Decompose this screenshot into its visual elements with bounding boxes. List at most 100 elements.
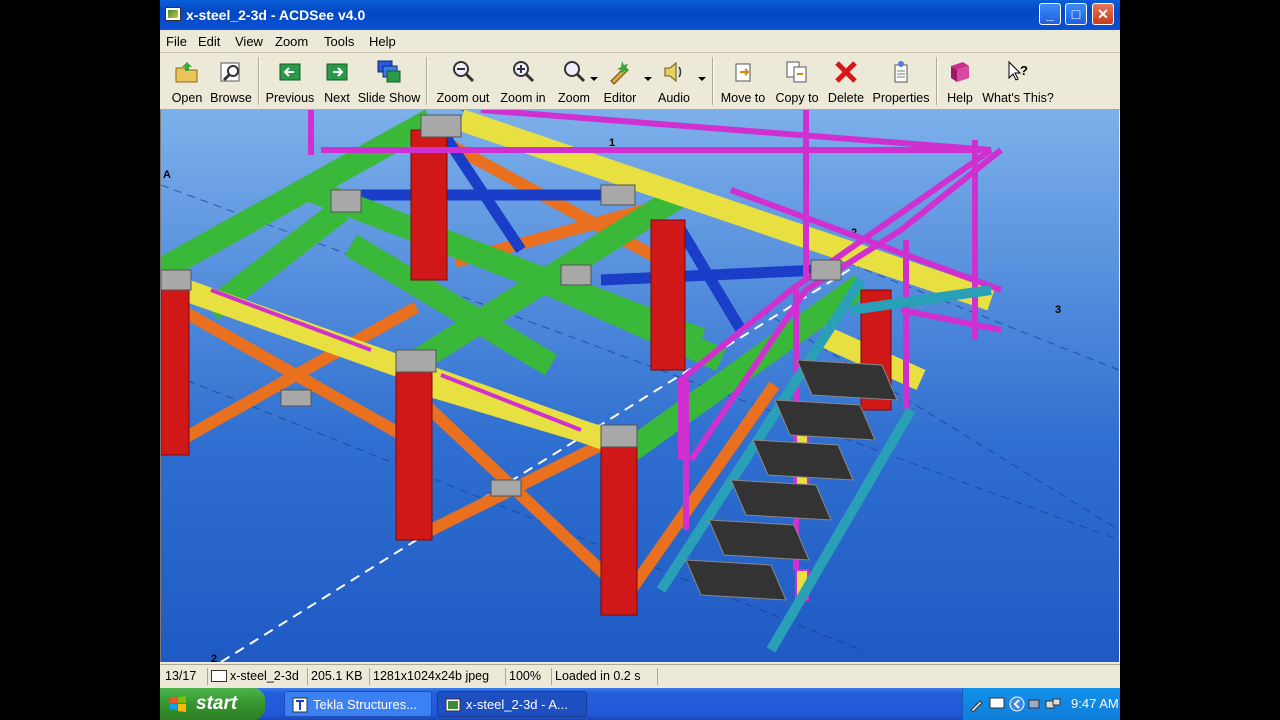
browse-label: Browse xyxy=(210,91,252,105)
svg-text:?: ? xyxy=(1020,63,1028,78)
status-bar: 13/17 x-steel_2-3d 205.1 KB 1281x1024x24… xyxy=(160,664,1120,688)
open-button[interactable]: Open xyxy=(168,55,206,107)
steel-structure-image: A 1 2 3 2 xyxy=(161,110,1119,662)
grid-label-3: 3 xyxy=(1055,304,1061,316)
zoom-out-label: Zoom out xyxy=(436,91,490,105)
acdsee-app-icon[interactable] xyxy=(165,7,181,21)
next-label: Next xyxy=(324,91,350,105)
previous-icon xyxy=(279,63,301,81)
editor-label: Editor xyxy=(603,91,637,105)
menu-bar: File Edit View Zoom Tools Help xyxy=(160,30,1120,53)
menu-edit[interactable]: Edit xyxy=(198,34,220,49)
taskbar-item-acdsee[interactable]: x-steel_2-3d - A... xyxy=(437,691,587,717)
delete-label: Delete xyxy=(827,91,865,105)
toolbar-separator xyxy=(426,57,428,105)
maximize-button[interactable]: □ xyxy=(1065,3,1087,25)
window-title: x-steel_2-3d - ACDSee v4.0 xyxy=(186,7,366,23)
help-label: Help xyxy=(947,91,973,105)
help-book-icon xyxy=(951,62,969,82)
zoom-in-button[interactable]: Zoom in xyxy=(497,55,549,107)
open-label: Open xyxy=(171,91,203,105)
audio-label: Audio xyxy=(658,91,690,105)
menu-view[interactable]: View xyxy=(235,34,263,49)
close-button[interactable]: ✕ xyxy=(1092,3,1114,25)
whats-this-label: What's This? xyxy=(982,91,1054,105)
start-label: start xyxy=(196,693,238,714)
zoom-in-label: Zoom in xyxy=(500,91,546,105)
zoom-in-icon xyxy=(513,61,535,83)
menu-file[interactable]: File xyxy=(166,34,187,49)
title-bar[interactable]: x-steel_2-3d - ACDSee v4.0 _ □ ✕ xyxy=(160,0,1120,30)
acdsee-app-icon xyxy=(445,698,461,712)
whats-this-button[interactable]: ? What's This? xyxy=(980,55,1056,107)
acdsee-window: x-steel_2-3d - ACDSee v4.0 _ □ ✕ File Ed… xyxy=(160,0,1120,720)
properties-button[interactable]: Properties xyxy=(870,55,932,107)
zoom-button[interactable]: Zoom xyxy=(552,55,598,107)
next-button[interactable]: Next xyxy=(320,55,354,107)
taskbar-item-label: x-steel_2-3d - A... xyxy=(466,697,568,712)
copy-to-button[interactable]: Copy to xyxy=(771,55,823,107)
whats-this-icon: ? xyxy=(1008,60,1028,81)
audio-button[interactable]: Audio xyxy=(652,55,706,107)
speaker-icon xyxy=(664,61,682,83)
properties-label: Properties xyxy=(872,91,930,105)
status-filename-text: x-steel_2-3d xyxy=(230,669,299,683)
grid-label-2-bottom: 2 xyxy=(211,653,217,662)
taskbar: start Tekla Structures... x-steel_2-3d -… xyxy=(160,688,1120,720)
image-viewer[interactable]: A 1 2 3 2 xyxy=(160,110,1119,662)
menu-zoom[interactable]: Zoom xyxy=(275,34,308,49)
status-zoom: 100% xyxy=(506,668,552,685)
menu-help[interactable]: Help xyxy=(369,34,396,49)
browse-button[interactable]: Browse xyxy=(208,55,254,107)
delete-button[interactable]: Delete xyxy=(826,55,866,107)
slideshow-label: Slide Show xyxy=(357,91,421,105)
slideshow-icon xyxy=(377,60,401,83)
connection-tray-icon[interactable] xyxy=(1045,696,1061,712)
toolbar-separator xyxy=(258,57,260,105)
editor-dropdown-arrow-icon[interactable] xyxy=(644,77,652,81)
audio-dropdown-arrow-icon[interactable] xyxy=(698,77,706,81)
system-tray: 9:47 AM xyxy=(962,688,1120,720)
pen-tool-tray-icon[interactable] xyxy=(969,696,985,712)
move-to-button[interactable]: Move to xyxy=(718,55,768,107)
minimize-button[interactable]: _ xyxy=(1039,3,1061,25)
help-button[interactable]: Help xyxy=(942,55,978,107)
taskbar-item-tekla[interactable]: Tekla Structures... xyxy=(284,691,432,717)
open-folder-icon xyxy=(175,62,198,83)
taskbar-item-label: Tekla Structures... xyxy=(313,697,418,712)
slideshow-button[interactable]: Slide Show xyxy=(357,55,421,107)
clock: 9:47 AM xyxy=(1071,696,1119,711)
editor-button[interactable]: Editor xyxy=(598,55,652,107)
copy-to-label: Copy to xyxy=(775,91,819,105)
next-icon xyxy=(326,63,348,81)
zoom-out-button[interactable]: Zoom out xyxy=(432,55,494,107)
toolbar-separator xyxy=(712,57,714,105)
status-index: 13/17 xyxy=(162,668,208,685)
start-button[interactable]: start xyxy=(160,688,265,720)
move-to-icon xyxy=(735,63,751,82)
status-filename: x-steel_2-3d xyxy=(208,668,308,685)
toolbar-separator xyxy=(936,57,938,105)
status-filesize: 205.1 KB xyxy=(308,668,370,685)
chevron-left-icon[interactable] xyxy=(1009,696,1025,712)
browse-icon xyxy=(220,62,240,82)
previous-label: Previous xyxy=(265,91,315,105)
tekla-app-icon xyxy=(292,697,308,713)
menu-tools[interactable]: Tools xyxy=(324,34,354,49)
zoom-out-icon xyxy=(453,61,475,83)
properties-icon xyxy=(894,61,908,83)
move-to-label: Move to xyxy=(720,91,766,105)
previous-button[interactable]: Previous xyxy=(264,55,316,107)
zoom-label: Zoom xyxy=(558,91,590,105)
file-icon xyxy=(211,670,227,682)
toolbar: Open Browse Previous Next Slide Show Zoo… xyxy=(160,53,1120,110)
status-load-time: Loaded in 0.2 s xyxy=(552,668,658,685)
delete-x-icon xyxy=(835,61,857,83)
display-tray-icon[interactable] xyxy=(989,696,1005,712)
grid-label-a: A xyxy=(163,169,171,181)
zoom-dropdown-arrow-icon[interactable] xyxy=(590,77,598,81)
network-tray-icon[interactable] xyxy=(1027,696,1043,712)
copy-to-icon xyxy=(786,61,807,83)
editor-icon xyxy=(610,61,629,85)
windows-flag-icon xyxy=(170,696,186,712)
